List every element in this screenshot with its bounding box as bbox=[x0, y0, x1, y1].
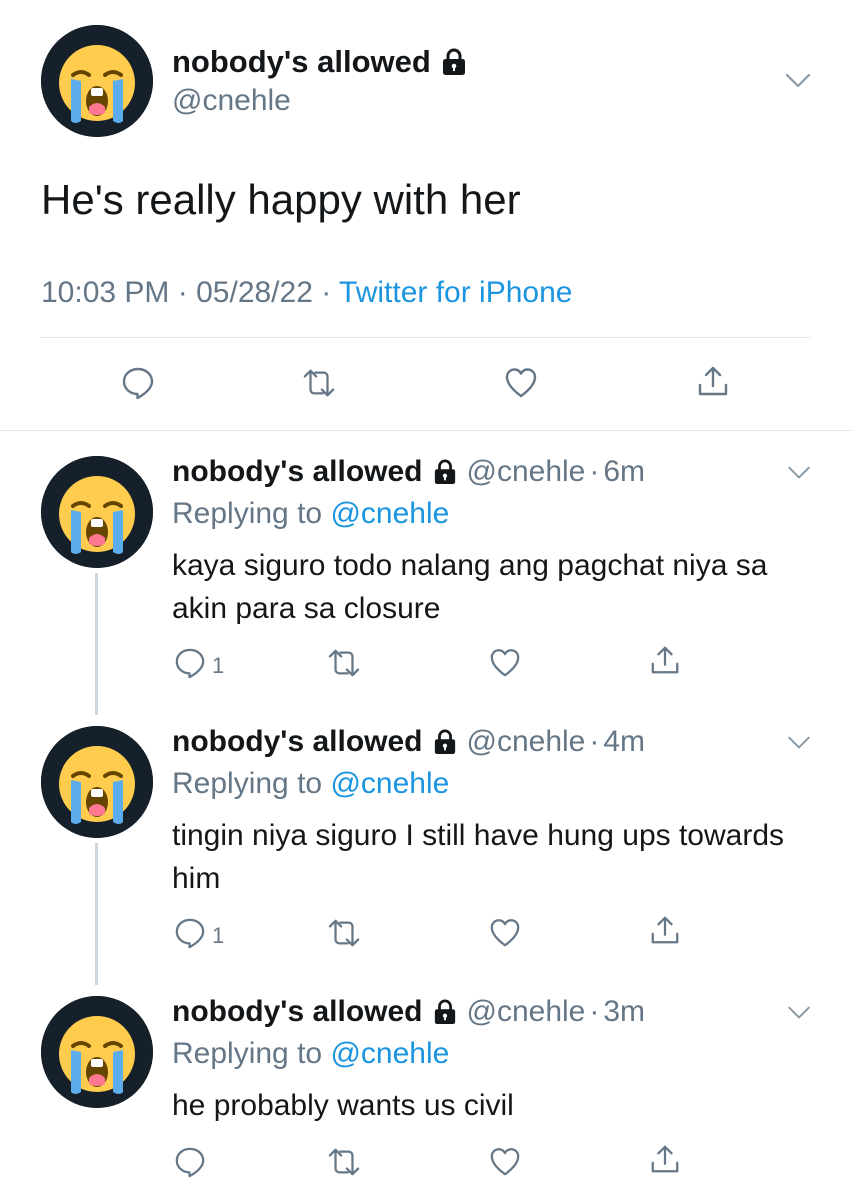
mention-link[interactable]: @cnehle bbox=[330, 1037, 449, 1070]
heart-icon[interactable] bbox=[488, 1146, 522, 1178]
retweet-icon[interactable] bbox=[327, 647, 361, 679]
display-name[interactable]: nobody's allowed bbox=[172, 995, 423, 1029]
mention-link[interactable]: @cnehle bbox=[330, 767, 449, 800]
tweet-text: tingin niya siguro I still have hung ups… bbox=[172, 819, 785, 895]
mention-link[interactable]: @cnehle bbox=[330, 497, 449, 530]
replying-to: Replying to @cnehle bbox=[172, 767, 449, 801]
tweet-time: 10:03 PM bbox=[41, 276, 170, 309]
tweet-date: 05/28/22 bbox=[196, 276, 313, 309]
retweet-icon[interactable] bbox=[327, 1146, 361, 1178]
tweet-text: He's really happy with her bbox=[41, 176, 521, 223]
reply-header: nobody's allowed @cnehle · 3m bbox=[172, 995, 645, 1029]
display-name[interactable]: nobody's allowed bbox=[172, 455, 423, 489]
main-tweet: nobody's allowed @cnehle He's really hap… bbox=[0, 0, 852, 430]
reply-tweet[interactable]: nobody's allowed @cnehle · 3m Replying t… bbox=[0, 971, 852, 1200]
loudly-crying-face-icon bbox=[41, 996, 153, 1108]
author-row: nobody's allowed bbox=[172, 44, 467, 80]
reply-tweet[interactable]: nobody's allowed @cnehle · 4m Replying t… bbox=[0, 701, 852, 985]
meta-separator: · bbox=[589, 725, 600, 758]
reply-icon[interactable] bbox=[174, 1146, 206, 1178]
tweet-time[interactable]: 3m bbox=[603, 995, 645, 1029]
handle[interactable]: @cnehle bbox=[467, 725, 586, 759]
replying-to-label: Replying to bbox=[172, 497, 323, 530]
handle[interactable]: @cnehle bbox=[467, 995, 586, 1029]
lock-icon bbox=[441, 48, 467, 76]
tweet-text: he probably wants us civil bbox=[172, 1089, 514, 1122]
replying-to-label: Replying to bbox=[172, 1037, 323, 1070]
heart-icon[interactable] bbox=[504, 366, 538, 400]
tweet-meta: 10:03 PM · 05/28/22 · Twitter for iPhone bbox=[41, 276, 572, 310]
lock-icon bbox=[433, 459, 457, 485]
chevron-down-icon[interactable] bbox=[784, 72, 812, 90]
divider bbox=[41, 337, 811, 338]
reply-tweet[interactable]: nobody's allowed @cnehle · 6m Replying t… bbox=[0, 431, 852, 715]
display-name[interactable]: nobody's allowed bbox=[172, 725, 423, 759]
thread-line bbox=[95, 573, 98, 715]
tweet-text: kaya siguro todo nalang ang pagchat niya… bbox=[172, 549, 768, 625]
meta-separator: · bbox=[177, 276, 188, 309]
replying-to: Replying to @cnehle bbox=[172, 1037, 449, 1071]
handle[interactable]: @cnehle bbox=[467, 455, 586, 489]
handle[interactable]: @cnehle bbox=[172, 84, 291, 118]
avatar[interactable] bbox=[41, 996, 153, 1108]
replying-to-label: Replying to bbox=[172, 767, 323, 800]
loudly-crying-face-icon bbox=[41, 726, 153, 838]
avatar[interactable] bbox=[41, 456, 153, 568]
reply-icon[interactable] bbox=[121, 366, 155, 400]
heart-icon[interactable] bbox=[488, 647, 522, 679]
share-icon[interactable] bbox=[696, 364, 730, 398]
meta-separator: · bbox=[589, 995, 600, 1028]
retweet-icon[interactable] bbox=[327, 917, 361, 949]
loudly-crying-face-icon bbox=[41, 456, 153, 568]
meta-separator: · bbox=[589, 455, 600, 488]
tweet-time[interactable]: 4m bbox=[603, 725, 645, 759]
replying-to: Replying to @cnehle bbox=[172, 497, 449, 531]
tweet-source-link[interactable]: Twitter for iPhone bbox=[339, 276, 572, 309]
share-icon[interactable] bbox=[649, 913, 681, 947]
display-name[interactable]: nobody's allowed bbox=[172, 44, 431, 80]
reply-count: 1 bbox=[212, 923, 225, 948]
chevron-down-icon[interactable] bbox=[786, 1005, 812, 1021]
lock-icon bbox=[433, 999, 457, 1025]
loudly-crying-face-icon bbox=[41, 25, 153, 137]
tweet-time[interactable]: 6m bbox=[603, 455, 645, 489]
avatar[interactable] bbox=[41, 25, 153, 137]
meta-separator: · bbox=[321, 276, 332, 309]
reply-header: nobody's allowed @cnehle · 4m bbox=[172, 725, 645, 759]
heart-icon[interactable] bbox=[488, 917, 522, 949]
chevron-down-icon[interactable] bbox=[786, 735, 812, 751]
reply-icon[interactable] bbox=[174, 917, 206, 949]
share-icon[interactable] bbox=[649, 643, 681, 677]
retweet-icon[interactable] bbox=[302, 366, 336, 400]
avatar[interactable] bbox=[41, 726, 153, 838]
chevron-down-icon[interactable] bbox=[786, 465, 812, 481]
thread-line bbox=[95, 843, 98, 985]
reply-count: 1 bbox=[212, 653, 225, 678]
share-icon[interactable] bbox=[649, 1142, 681, 1176]
lock-icon bbox=[433, 729, 457, 755]
reply-icon[interactable] bbox=[174, 647, 206, 679]
reply-header: nobody's allowed @cnehle · 6m bbox=[172, 455, 645, 489]
